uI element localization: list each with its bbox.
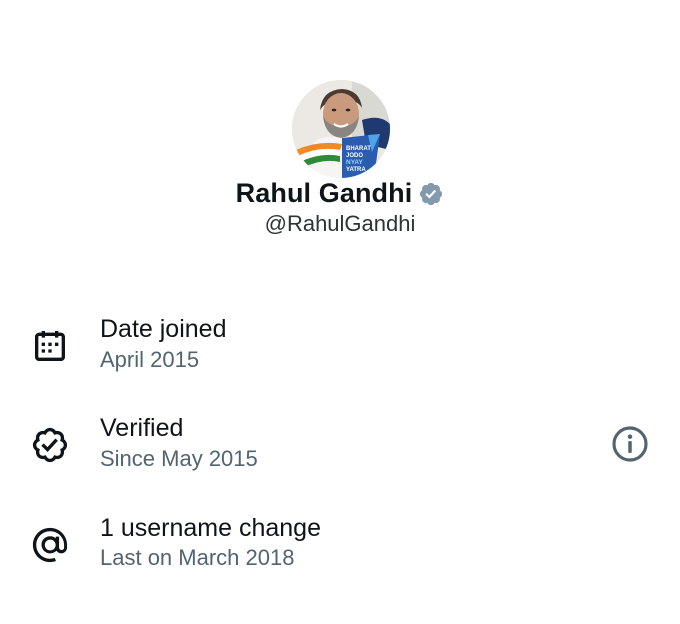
username-change-date: Last on March 2018: [100, 545, 295, 570]
profile-photo: BHARAT JODO NYAY YATRA: [292, 80, 390, 178]
date-joined-value: April 2015: [100, 347, 200, 372]
at-sign-icon: [32, 527, 68, 563]
username-change-title: 1 username change: [100, 514, 321, 542]
handle: @RahulGandhi: [264, 211, 416, 236]
verified-badge-icon[interactable]: [418, 181, 444, 207]
verified-title: Verified: [100, 414, 184, 442]
info-icon[interactable]: [610, 424, 650, 464]
avatar[interactable]: BHARAT JODO NYAY YATRA: [292, 80, 390, 178]
svg-text:YATRA: YATRA: [346, 167, 366, 173]
about-row-username-change: 1 username change Last on March 2018: [0, 510, 680, 590]
display-name: Rahul Gandhi: [235, 178, 413, 208]
date-joined-title: Date joined: [100, 315, 227, 343]
svg-text:BHARAT: BHARAT: [346, 146, 371, 152]
calendar-icon: [35, 331, 65, 361]
svg-text:NYAY: NYAY: [346, 159, 364, 166]
verified-outline-icon: [32, 427, 68, 463]
about-row-verified: Verified Since May 2015: [0, 410, 680, 490]
name-row: Rahul Gandhi: [0, 176, 680, 210]
about-row-date-joined: Date joined April 2015: [0, 310, 680, 390]
verified-since: Since May 2015: [100, 446, 258, 471]
